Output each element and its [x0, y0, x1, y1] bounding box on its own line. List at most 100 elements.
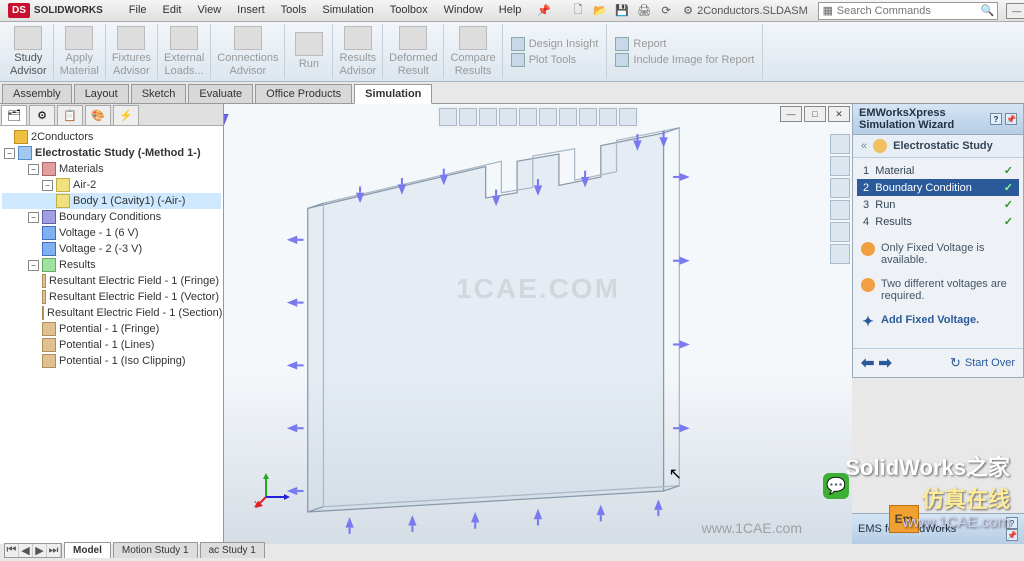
add-fixed-voltage-link[interactable]: Add Fixed Voltage. — [881, 314, 979, 328]
fm-tab-display-icon[interactable]: 🎨 — [85, 105, 111, 125]
menu-edit[interactable]: Edit — [155, 1, 190, 20]
panel-pin-icon[interactable]: 📌 — [1005, 113, 1017, 125]
start-over-link[interactable]: Start Over — [950, 355, 1015, 371]
simulation-tree[interactable]: 2Conductors −Electrostatic Study (-Metho… — [0, 126, 223, 544]
prev-arrow-icon[interactable]: ⬅ — [861, 353, 874, 373]
ribbon-run[interactable]: Run — [285, 24, 333, 79]
wizard-step-material[interactable]: 1 Material✓ — [857, 162, 1019, 179]
next-arrow-icon[interactable]: ➡ — [878, 353, 891, 373]
collapse-icon[interactable]: − — [28, 212, 39, 223]
ribbon-connections-advisor[interactable]: ConnectionsAdvisor — [211, 24, 285, 79]
menu-window[interactable]: Window — [436, 1, 491, 20]
collapse-icon[interactable]: − — [4, 148, 15, 159]
options-icon[interactable]: ⚙ — [679, 3, 697, 19]
back-chevron-icon[interactable]: « — [861, 140, 867, 152]
hint-action[interactable]: ✦Add Fixed Voltage. — [861, 314, 1015, 328]
info-icon — [861, 242, 875, 256]
check-icon: ✓ — [1004, 215, 1013, 228]
wizard-step-run[interactable]: 3 Run✓ — [857, 196, 1019, 213]
ribbon-plot-tools[interactable]: Plot Tools — [511, 53, 599, 67]
collapse-icon[interactable]: − — [42, 180, 53, 191]
search-scope-icon[interactable]: ▦ — [819, 4, 837, 17]
tab-evaluate[interactable]: Evaluate — [188, 84, 253, 103]
tree-boundary[interactable]: −Boundary Conditions — [2, 209, 221, 225]
tree-material-item[interactable]: −Air-2 — [2, 177, 221, 193]
ribbon-deformed-result[interactable]: DeformedResult — [383, 24, 444, 79]
ribbon-apply-material[interactable]: ApplyMaterial — [54, 24, 106, 79]
tree-result-item[interactable]: Resultant Electric Field - 1 (Vector) — [2, 289, 221, 305]
fm-tab-em-icon[interactable]: ⚡ — [113, 105, 139, 125]
tree-result-item[interactable]: Potential - 1 (Iso Clipping) — [2, 353, 221, 369]
menu-insert[interactable]: Insert — [229, 1, 273, 20]
new-icon[interactable]: 🗋 — [569, 3, 587, 19]
tab-assembly[interactable]: Assembly — [2, 84, 72, 103]
print-icon[interactable]: 🖨 — [635, 3, 653, 19]
ribbon-study-advisor[interactable]: StudyAdvisor — [4, 24, 54, 79]
prev-tab-icon[interactable]: ◀ — [19, 544, 33, 557]
tree-result-item[interactable]: Potential - 1 (Fringe) — [2, 321, 221, 337]
tab-office-products[interactable]: Office Products — [255, 84, 352, 103]
design-insight-icon — [511, 37, 525, 51]
tree-voltage-item[interactable]: Voltage - 1 (6 V) — [2, 225, 221, 241]
ribbon-include-image[interactable]: Include Image for Report — [615, 53, 754, 67]
ribbon-compare-results[interactable]: CompareResults — [444, 24, 502, 79]
bottom-tab-motion[interactable]: Motion Study 1 — [113, 542, 198, 558]
study-type-icon — [873, 139, 887, 153]
panel-pin-icon[interactable]: 📌 — [1006, 529, 1018, 541]
open-icon[interactable]: 📂 — [591, 3, 609, 19]
fm-tab-property-icon[interactable]: ⚙ — [29, 105, 55, 125]
last-tab-icon[interactable]: ⏭ — [47, 544, 61, 557]
search-input[interactable] — [837, 5, 979, 17]
ems-panel-title[interactable]: EMS for SolidWorks ?📌 — [852, 513, 1024, 544]
tab-sketch[interactable]: Sketch — [131, 84, 187, 103]
connections-advisor-icon — [234, 26, 262, 50]
tree-result-item[interactable]: Resultant Electric Field - 1 (Fringe) — [2, 273, 221, 289]
mouse-cursor-icon: ↖ — [669, 464, 682, 484]
tree-root[interactable]: 2Conductors — [2, 129, 221, 145]
first-tab-icon[interactable]: ⏮ — [5, 544, 19, 557]
menu-view[interactable]: View — [190, 1, 230, 20]
search-icon[interactable]: 🔍 — [979, 4, 997, 17]
next-tab-icon[interactable]: ▶ — [33, 544, 47, 557]
bottom-tab-model[interactable]: Model — [64, 542, 111, 558]
save-icon[interactable]: 💾 — [613, 3, 631, 19]
wizard-study-header[interactable]: « Electrostatic Study — [853, 135, 1023, 158]
menu-pin-icon[interactable]: 📌 — [529, 1, 559, 20]
menu-file[interactable]: File — [121, 1, 155, 20]
ribbon-fixtures-advisor[interactable]: FixturesAdvisor — [106, 24, 158, 79]
tree-materials[interactable]: −Materials — [2, 161, 221, 177]
menu-toolbox[interactable]: Toolbox — [382, 1, 436, 20]
ribbon-label: ExternalLoads... — [164, 52, 204, 76]
panel-help-icon[interactable]: ? — [1006, 517, 1018, 529]
wizard-step-results[interactable]: 4 Results✓ — [857, 213, 1019, 230]
ribbon-report[interactable]: Report — [615, 37, 754, 51]
ribbon-label: StudyAdvisor — [10, 52, 47, 76]
fm-tab-config-icon[interactable]: 📋 — [57, 105, 83, 125]
tree-study[interactable]: −Electrostatic Study (-Method 1-) — [2, 145, 221, 161]
tree-voltage-item[interactable]: Voltage - 2 (-3 V) — [2, 241, 221, 257]
bottom-tab-acstudy[interactable]: ac Study 1 — [200, 542, 265, 558]
rebuild-icon[interactable]: ⟳ — [657, 3, 675, 19]
tree-body-item[interactable]: Body 1 (Cavity1) (-Air-) — [2, 193, 221, 209]
menu-tools[interactable]: Tools — [273, 1, 315, 20]
graphics-viewport[interactable]: — □ ✕ — [224, 104, 852, 544]
collapse-icon[interactable]: − — [28, 164, 39, 175]
ribbon-external-loads[interactable]: ExternalLoads... — [158, 24, 211, 79]
panel-help-icon[interactable]: ? — [990, 113, 1002, 125]
collapse-icon[interactable]: − — [28, 260, 39, 271]
fm-tab-tree-icon[interactable]: 🗂 — [1, 105, 27, 125]
deformed-result-icon — [399, 26, 427, 50]
ribbon-results-advisor[interactable]: ResultsAdvisor — [333, 24, 383, 79]
plot-icon — [42, 290, 46, 304]
wizard-step-boundary[interactable]: 2 Boundary Condition✓ — [857, 179, 1019, 196]
tab-layout[interactable]: Layout — [74, 84, 129, 103]
tree-results[interactable]: −Results — [2, 257, 221, 273]
tab-simulation[interactable]: Simulation — [354, 84, 432, 104]
menu-simulation[interactable]: Simulation — [314, 1, 381, 20]
ribbon-design-insight[interactable]: Design Insight — [511, 37, 599, 51]
menu-help[interactable]: Help — [491, 1, 530, 20]
search-commands[interactable]: ▦ 🔍 — [818, 2, 998, 20]
tree-result-item[interactable]: Potential - 1 (Lines) — [2, 337, 221, 353]
tree-result-item[interactable]: Resultant Electric Field - 1 (Section) — [2, 305, 221, 321]
minimize-button[interactable]: — — [1006, 3, 1024, 19]
